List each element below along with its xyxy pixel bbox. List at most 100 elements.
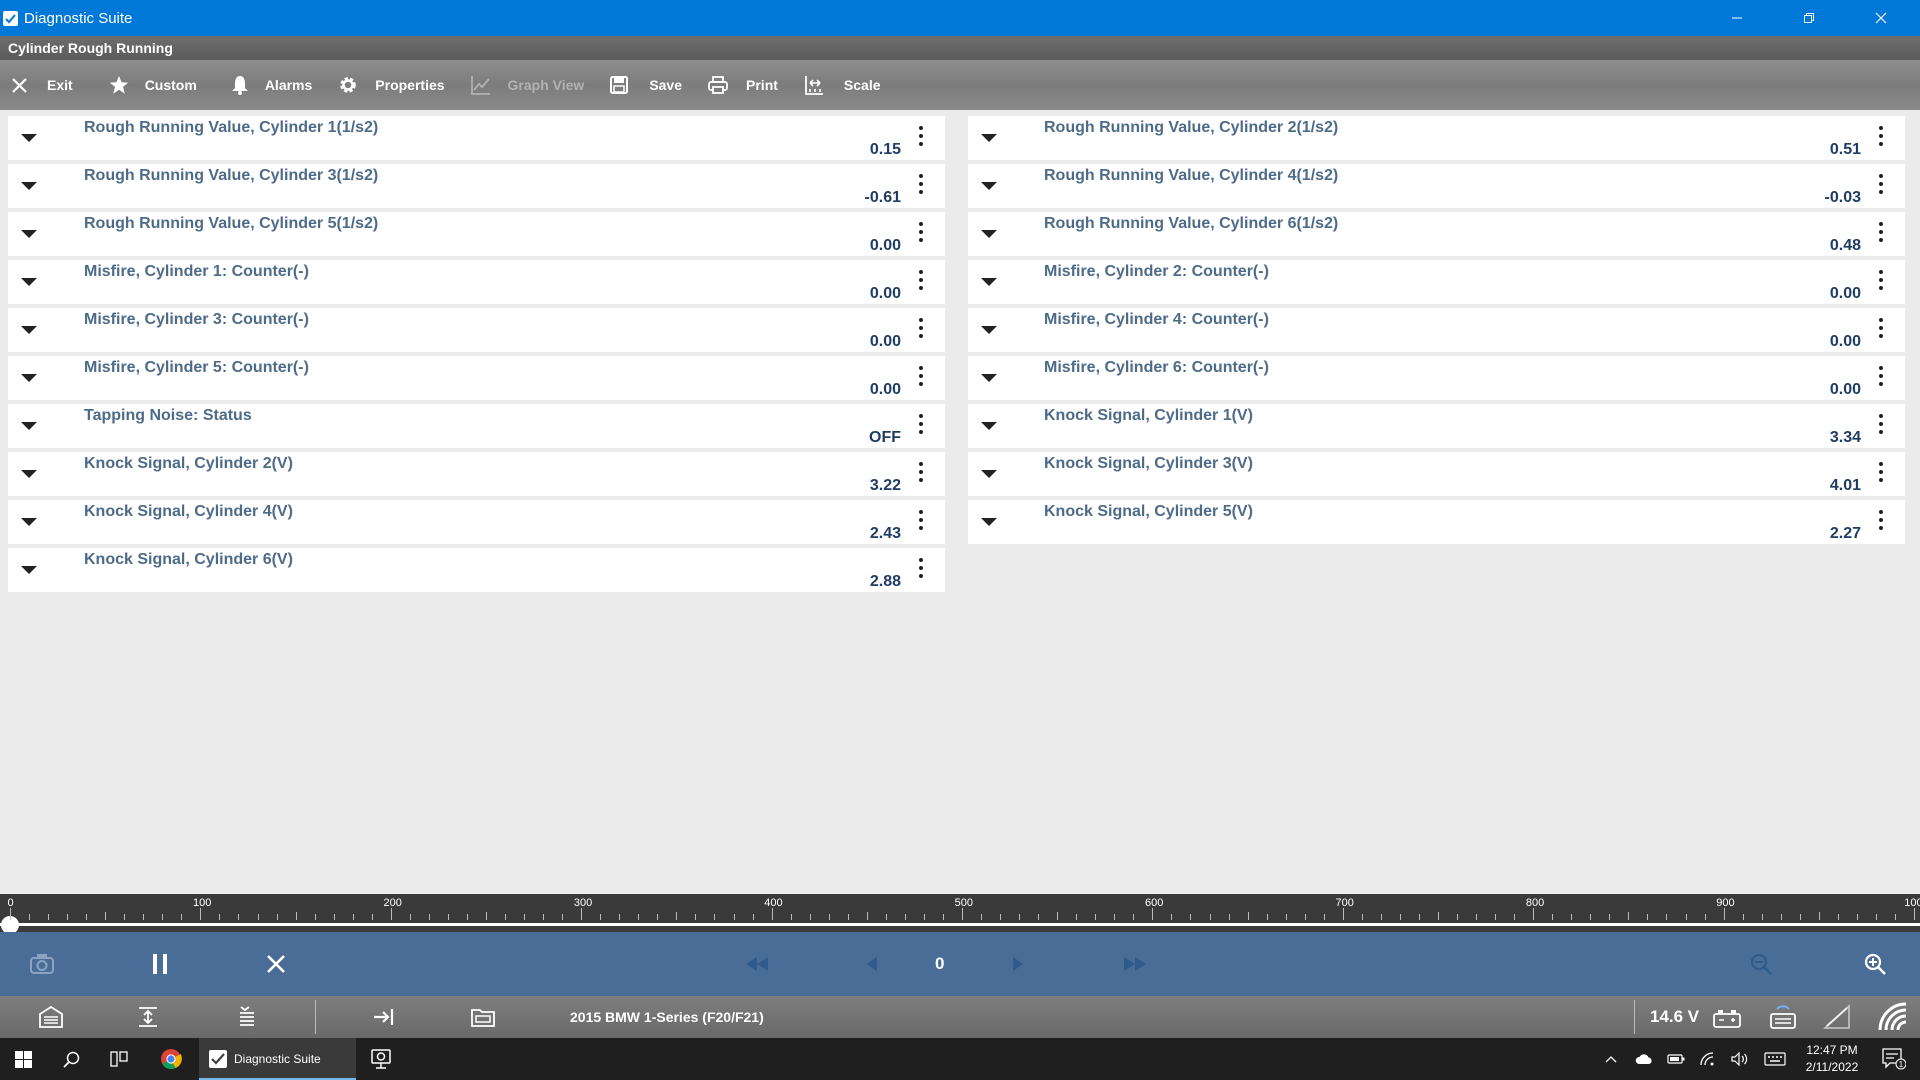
kebab-menu-icon[interactable] <box>1879 270 1884 294</box>
exit-button[interactable]: Exit <box>12 60 73 110</box>
dropdown-arrow-icon[interactable] <box>981 230 997 238</box>
volume-tray-icon[interactable] <box>1726 1038 1754 1080</box>
wifi-tray-icon[interactable] <box>1694 1038 1722 1080</box>
action-center-button[interactable]: 1 <box>1874 1038 1914 1080</box>
kebab-menu-icon[interactable] <box>919 318 924 342</box>
chrome-taskbar-button[interactable] <box>148 1038 194 1080</box>
dropdown-arrow-icon[interactable] <box>981 422 997 430</box>
ruler-tick <box>276 914 278 920</box>
zoom-in-button[interactable] <box>1860 932 1890 996</box>
diagnostic-suite-taskbar-icon[interactable] <box>204 1038 232 1080</box>
dropdown-arrow-icon[interactable] <box>981 182 997 190</box>
dropdown-arrow-icon[interactable] <box>21 134 37 142</box>
parameter-row[interactable]: Misfire, Cylinder 3: Counter(-) 0.00 <box>8 308 945 352</box>
parameter-row[interactable]: Rough Running Value, Cylinder 4(1/s2) -0.… <box>968 164 1905 208</box>
kebab-menu-icon[interactable] <box>1879 510 1884 534</box>
parameter-row[interactable]: Knock Signal, Cylinder 3(V) 4.01 <box>968 452 1905 496</box>
kebab-menu-icon[interactable] <box>1879 318 1884 342</box>
fast-forward-button[interactable] <box>1118 932 1152 996</box>
dropdown-arrow-icon[interactable] <box>21 374 37 382</box>
parameter-row[interactable]: Knock Signal, Cylinder 5(V) 2.27 <box>968 500 1905 544</box>
kebab-menu-icon[interactable] <box>1879 366 1884 390</box>
kebab-menu-icon[interactable] <box>919 462 924 486</box>
parameter-row[interactable]: Knock Signal, Cylinder 2(V) 3.22 <box>8 452 945 496</box>
kebab-menu-icon[interactable] <box>919 366 924 390</box>
show-hidden-icons-button[interactable] <box>1598 1038 1624 1080</box>
kebab-menu-icon[interactable] <box>1879 174 1884 198</box>
parameter-row[interactable]: Rough Running Value, Cylinder 2(1/s2) 0.5… <box>968 116 1905 160</box>
clear-button[interactable] <box>256 932 296 996</box>
parameter-row[interactable]: Misfire, Cylinder 4: Counter(-) 0.00 <box>968 308 1905 352</box>
parameter-row[interactable]: Misfire, Cylinder 5: Counter(-) 0.00 <box>8 356 945 400</box>
kebab-menu-icon[interactable] <box>919 270 924 294</box>
start-button[interactable] <box>0 1038 46 1080</box>
kebab-menu-icon[interactable] <box>919 558 924 582</box>
taskbar-search-button[interactable] <box>48 1038 94 1080</box>
collapse-list-button[interactable] <box>230 996 260 1038</box>
print-button[interactable]: Print <box>708 60 778 110</box>
parameter-row[interactable]: Rough Running Value, Cylinder 6(1/s2) 0.4… <box>968 212 1905 256</box>
dropdown-arrow-icon[interactable] <box>981 374 997 382</box>
rewind-button[interactable] <box>740 932 774 996</box>
timeline-track[interactable] <box>0 923 1920 926</box>
kebab-menu-icon[interactable] <box>919 126 924 150</box>
parameter-row[interactable]: Knock Signal, Cylinder 4(V) 2.43 <box>8 500 945 544</box>
dropdown-arrow-icon[interactable] <box>21 326 37 334</box>
dropdown-arrow-icon[interactable] <box>21 278 37 286</box>
dropdown-arrow-icon[interactable] <box>21 182 37 190</box>
dropdown-arrow-icon[interactable] <box>21 518 37 526</box>
save-button[interactable]: Save <box>610 60 682 110</box>
dropdown-arrow-icon[interactable] <box>21 422 37 430</box>
kebab-menu-icon[interactable] <box>1879 126 1884 150</box>
folder-button[interactable] <box>468 996 498 1038</box>
graph-view-button[interactable]: Graph View <box>470 60 584 110</box>
kebab-menu-icon[interactable] <box>919 222 924 246</box>
parameter-row[interactable]: Rough Running Value, Cylinder 1(1/s2) 0.1… <box>8 116 945 160</box>
kebab-menu-icon[interactable] <box>1879 222 1884 246</box>
expand-all-button[interactable] <box>133 996 163 1038</box>
parameter-row[interactable]: Misfire, Cylinder 6: Counter(-) 0.00 <box>968 356 1905 400</box>
kebab-menu-icon[interactable] <box>919 174 924 198</box>
parameter-row[interactable]: Misfire, Cylinder 2: Counter(-) 0.00 <box>968 260 1905 304</box>
timeline-ruler[interactable]: 0 100 200 300 400 500 600 700 800 900 1000 <box>0 894 1920 934</box>
task-view-button[interactable] <box>96 1038 142 1080</box>
parameter-row[interactable]: Knock Signal, Cylinder 1(V) 3.34 <box>968 404 1905 448</box>
parameter-row[interactable]: Rough Running Value, Cylinder 3(1/s2) -0.… <box>8 164 945 208</box>
kebab-menu-icon[interactable] <box>919 510 924 534</box>
pause-button[interactable] <box>140 932 180 996</box>
dropdown-arrow-icon[interactable] <box>981 278 997 286</box>
onedrive-tray-icon[interactable] <box>1630 1038 1658 1080</box>
kebab-menu-icon[interactable] <box>919 414 924 438</box>
step-back-button[interactable] <box>862 932 882 996</box>
home-button[interactable] <box>36 996 66 1038</box>
dropdown-arrow-icon[interactable] <box>981 326 997 334</box>
export-button[interactable] <box>370 996 400 1038</box>
parameter-row[interactable]: Rough Running Value, Cylinder 5(1/s2) 0.0… <box>8 212 945 256</box>
second-app-taskbar-button[interactable] <box>358 1038 404 1080</box>
keyboard-tray-icon[interactable] <box>1758 1038 1792 1080</box>
battery-tray-icon[interactable] <box>1662 1038 1690 1080</box>
dropdown-arrow-icon[interactable] <box>21 566 37 574</box>
custom-button[interactable]: Custom <box>109 60 197 110</box>
dropdown-arrow-icon[interactable] <box>981 518 997 526</box>
parameter-row[interactable]: Knock Signal, Cylinder 6(V) 2.88 <box>8 548 945 592</box>
dropdown-arrow-icon[interactable] <box>21 230 37 238</box>
dropdown-arrow-icon[interactable] <box>21 470 37 478</box>
minimize-button[interactable] <box>1700 0 1774 36</box>
alarms-button[interactable]: Alarms <box>231 60 312 110</box>
active-app-label[interactable]: Diagnostic Suite <box>234 1038 321 1080</box>
system-clock[interactable]: 12:47 PM 2/11/2022 <box>1800 1042 1864 1076</box>
restore-button[interactable] <box>1772 0 1846 36</box>
step-forward-button[interactable] <box>1008 932 1028 996</box>
parameter-row[interactable]: Misfire, Cylinder 1: Counter(-) 0.00 <box>8 260 945 304</box>
parameter-row[interactable]: Tapping Noise: Status OFF <box>8 404 945 448</box>
snapshot-button[interactable] <box>22 932 62 996</box>
kebab-menu-icon[interactable] <box>1879 462 1884 486</box>
dropdown-arrow-icon[interactable] <box>981 470 997 478</box>
close-window-button[interactable] <box>1844 0 1918 36</box>
scale-button[interactable]: Scale <box>804 60 881 110</box>
properties-button[interactable]: Properties <box>338 60 445 110</box>
zoom-out-button[interactable] <box>1746 932 1776 996</box>
dropdown-arrow-icon[interactable] <box>981 134 997 142</box>
kebab-menu-icon[interactable] <box>1879 414 1884 438</box>
